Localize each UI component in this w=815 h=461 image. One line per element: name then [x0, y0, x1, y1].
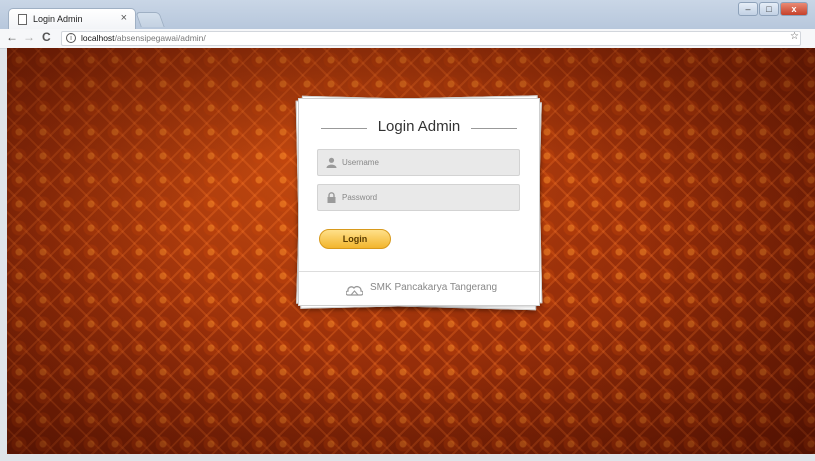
lock-icon: [326, 192, 337, 203]
username-input[interactable]: [342, 155, 512, 170]
browser-tab[interactable]: Login Admin ×: [8, 8, 136, 29]
back-icon[interactable]: ←: [6, 30, 18, 44]
tab-close-icon[interactable]: ×: [121, 12, 127, 24]
window-bottom-border: [0, 454, 815, 461]
school-name: SMK Pancakarya Tangerang: [370, 282, 498, 293]
login-button[interactable]: Login: [319, 229, 391, 249]
new-tab-button[interactable]: [135, 12, 165, 27]
card-footer: SMK Pancakarya Tangerang: [299, 271, 539, 306]
window-controls: – □ x: [738, 2, 808, 16]
login-card: Login Admin Login SMK Pancakarya Tangera…: [298, 98, 540, 306]
browser-toolbar: ← → C i localhost/absensipegawai/admin/ …: [0, 29, 815, 49]
url-path: /absensipegawai/admin/: [114, 33, 206, 43]
url-text[interactable]: localhost/absensipegawai/admin/: [81, 33, 206, 43]
password-field[interactable]: [317, 184, 520, 211]
username-field[interactable]: [317, 149, 520, 176]
close-button[interactable]: x: [780, 2, 808, 16]
forward-icon[interactable]: →: [23, 30, 35, 44]
browser-titlebar: Login Admin × – □ x: [0, 0, 815, 29]
reload-icon[interactable]: C: [42, 30, 51, 44]
address-bar[interactable]: i localhost/absensipegawai/admin/: [61, 31, 801, 46]
login-title: Login Admin: [299, 118, 539, 135]
tab-title: Login Admin: [33, 14, 83, 24]
minimize-button[interactable]: –: [738, 2, 758, 16]
info-icon[interactable]: i: [66, 33, 76, 43]
page-icon: [18, 14, 27, 25]
password-input[interactable]: [342, 190, 512, 205]
maximize-button[interactable]: □: [759, 2, 779, 16]
page-background: Login Admin Login SMK Pancakarya Tangera…: [7, 48, 815, 454]
bookmark-star-icon[interactable]: ☆: [790, 31, 799, 42]
cloud-icon: [345, 283, 364, 296]
user-icon: [326, 157, 337, 168]
url-host: localhost: [81, 33, 115, 43]
